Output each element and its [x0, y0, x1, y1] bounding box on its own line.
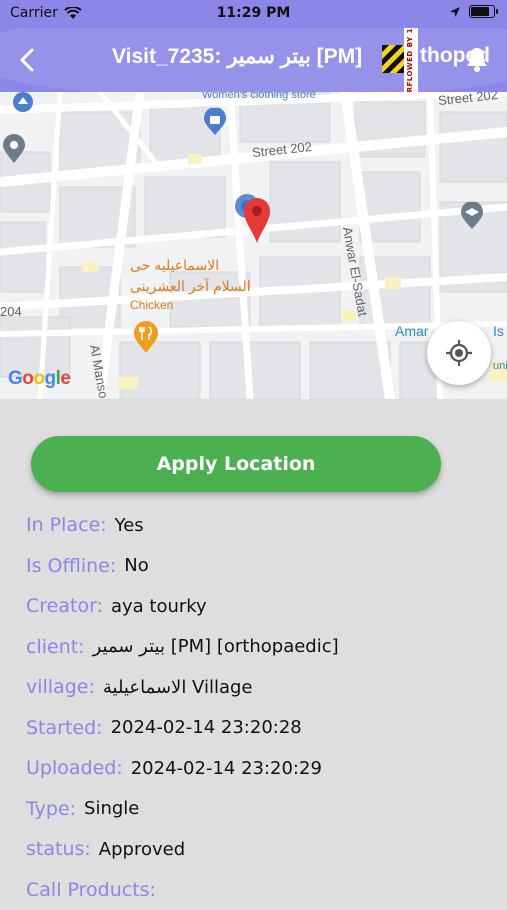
detail-label: Uploaded: — [26, 757, 123, 779]
detail-value: الاسماعيلية Village — [103, 677, 253, 698]
nav-bar: Visit_7235: بيتر سمير [PM] RFLOWED BY 1 … — [0, 28, 507, 92]
shopping-bag-icon[interactable] — [202, 108, 228, 136]
status-time: 11:29 PM — [0, 5, 507, 21]
detail-row-call-products: Call Products: — [26, 870, 496, 910]
google-logo-letter: g — [45, 368, 56, 389]
detail-row-started: Started: 2024-02-14 23:20:28 — [26, 708, 496, 749]
detail-label: In Place: — [26, 514, 107, 536]
reflowed-ribbon: RFLOWED BY 1 — [404, 28, 418, 92]
detail-row-client: client: بيتر سمير [PM] [orthopaedic] — [26, 627, 496, 668]
detail-value: بيتر سمير [PM] [orthopaedic] — [93, 636, 339, 657]
back-chevron-icon[interactable] — [12, 44, 44, 76]
ribbon-text: RFLOWED BY 1 — [406, 28, 414, 92]
detail-row-in-place: In Place: Yes — [26, 505, 496, 546]
detail-row-type: Type: Single — [26, 789, 496, 830]
detail-row-uploaded: Uploaded: 2024-02-14 23:20:29 — [26, 748, 496, 789]
battery-fill — [471, 7, 489, 16]
status-right — [449, 5, 495, 18]
google-logo-letter: o — [33, 368, 44, 389]
google-logo-letter: G — [8, 368, 22, 389]
google-logo-letter: e — [60, 368, 70, 389]
page-title: Visit_7235: بيتر سمير [PM] — [112, 44, 362, 69]
detail-value: 2024-02-14 23:20:28 — [111, 717, 302, 738]
warning-stripe-badge — [382, 45, 406, 73]
detail-label: village: — [26, 676, 95, 698]
map-view[interactable]: Women's clothing store Street 202 Street… — [0, 92, 507, 399]
detail-row-status: status: Approved — [26, 829, 496, 870]
detail-label: client: — [26, 636, 85, 658]
detail-value: Approved — [99, 839, 185, 860]
poi-gray-marker-icon — [2, 134, 26, 164]
google-logo-letter: o — [22, 368, 33, 389]
detail-label: Creator: — [26, 595, 103, 617]
detail-row-creator: Creator: aya tourky — [26, 586, 496, 627]
my-location-button[interactable] — [427, 321, 491, 385]
restaurant-marker-icon[interactable] — [132, 320, 160, 354]
map-label-unic: unic — [493, 360, 507, 372]
graduation-cap-icon[interactable] — [459, 202, 485, 230]
detail-label: Call Products: — [26, 879, 156, 901]
map-label-amar: Amar — [395, 323, 428, 339]
detail-value: 2024-02-14 23:20:29 — [131, 758, 322, 779]
location-arrow-icon — [449, 6, 461, 18]
detail-value: Yes — [115, 515, 144, 536]
status-bar: Carrier 11:29 PM — [0, 0, 507, 28]
detail-value: aya tourky — [111, 596, 207, 617]
crosshair-icon — [445, 339, 473, 367]
detail-row-is-offline: Is Offline: No — [26, 546, 496, 587]
detail-row-village: village: الاسماعيلية Village — [26, 667, 496, 708]
google-logo: Google — [8, 368, 70, 390]
map-label-ismailia-1: الاسماعيليه حى — [130, 257, 219, 274]
battery-icon — [469, 5, 495, 18]
map-label-chicken: Chicken — [130, 298, 173, 312]
detail-label: status: — [26, 838, 91, 860]
map-label-is: Is — [493, 323, 504, 339]
map-label-204: 204 — [0, 304, 22, 319]
apply-location-button[interactable]: Apply Location — [31, 436, 441, 492]
visit-details: In Place: Yes Is Offline: No Creator: ay… — [26, 505, 496, 910]
map-label-womens-store: Women's clothing store — [202, 92, 316, 101]
poi-blue-marker-icon — [10, 92, 36, 116]
detail-label: Started: — [26, 717, 103, 739]
detail-value: Single — [84, 798, 139, 819]
detail-value: No — [124, 555, 148, 576]
bell-icon[interactable] — [462, 44, 492, 74]
detail-label: Is Offline: — [26, 555, 116, 577]
map-label-ismailia-2: السلام آخر العشرينى — [130, 278, 251, 295]
detail-label: Type: — [26, 798, 76, 820]
red-location-pin-icon[interactable] — [242, 196, 272, 244]
